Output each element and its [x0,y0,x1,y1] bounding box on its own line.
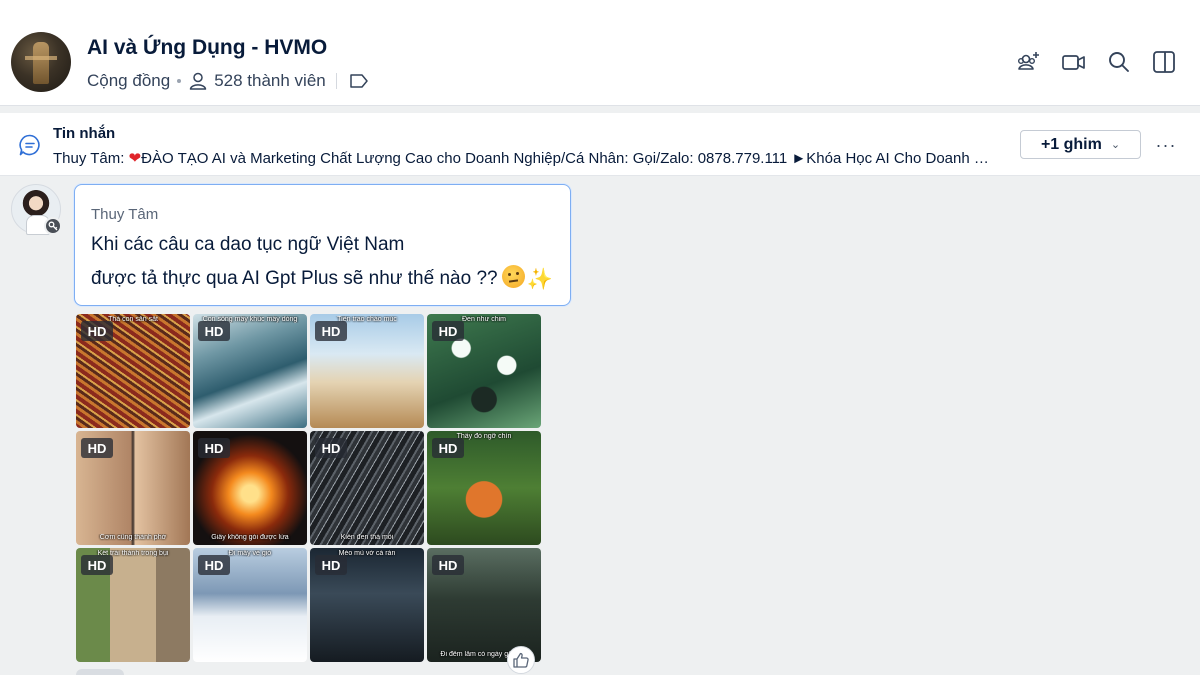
pinned-title: Tin nhắn [53,125,116,142]
pinned-sender: Thuy Tâm: [53,150,125,167]
hd-badge: HD [315,438,347,458]
hd-badge: HD [198,321,230,341]
message-sender: Thuy Tâm [91,206,159,223]
photo-thumbnail[interactable]: Thấy đỏ ngỡ chín HD [427,431,541,545]
meta-separator [177,79,182,83]
photo-thumbnail[interactable]: Thả con săn sắt HD [76,314,190,428]
photo-thumbnail[interactable]: Cơm cũng thành phở HD [76,431,190,545]
member-icon [189,72,207,90]
chevron-down-icon: ⌄ [1110,139,1121,151]
message-line-2-text: được tả thực qua AI Gpt Plus sẽ như thế … [91,268,498,289]
search-icon[interactable] [1105,48,1133,76]
photo-thumbnail[interactable]: Kiến đen thả mồi HD [310,431,424,545]
photo-thumbnail[interactable]: Kết trái thành trong bụi HD [76,548,190,662]
chat-bubble-icon [19,134,40,156]
hd-badge: HD [81,321,113,341]
meta-divider [335,73,337,89]
thinking-emoji-icon [501,265,525,288]
message-bubble[interactable]: Thuy Tâm Khi các câu ca dao tục ngữ Việt… [74,184,571,306]
photo-thumbnail[interactable]: Đi đêm lắm có ngày gặp ma HD [427,548,541,662]
photo-caption: Giấy không gói được lửa [211,534,289,541]
sparkles-icon: ✨ [526,268,553,291]
hd-badge: HD [432,438,464,458]
tag-icon[interactable] [349,73,369,89]
video-call-icon[interactable] [1060,48,1088,76]
pins-dropdown-button[interactable]: +1 ghim ⌄ [1020,130,1141,159]
hd-badge: HD [81,438,113,458]
add-member-icon[interactable] [1015,48,1043,76]
photo-caption: Kiến đen thả mồi [340,534,394,541]
hd-badge: HD [315,321,347,341]
hd-badge: HD [198,555,230,575]
photo-thumbnail[interactable]: Đi mây về gió HD [193,548,307,662]
more-options-button[interactable]: ··· [1150,133,1182,157]
like-button[interactable] [507,646,535,674]
photo-thumbnail[interactable]: Đen như chim HD [427,314,541,428]
message-line-2: được tả thực qua AI Gpt Plus sẽ như thế … [91,265,553,292]
photo-caption: Cơm cũng thành phở [99,534,167,541]
conversation-header: AI và Ứng Dụng - HVMO Cộng đồng 528 thàn… [0,0,1200,106]
hd-badge: HD [432,555,464,575]
group-name[interactable]: AI và Ứng Dụng - HVMO [87,36,327,60]
photo-thumbnail[interactable]: Tiền trao cháo múc HD [310,314,424,428]
hd-badge: HD [432,321,464,341]
group-meta: Cộng đồng 528 thành viên [87,69,369,93]
photo-thumbnail[interactable]: Giấy không gói được lửa HD [193,431,307,545]
pinned-content[interactable]: Thuy Tâm: ❤ĐÀO TẠO AI và Marketing Chất … [53,149,998,167]
header-actions [998,48,1178,76]
pinned-text: ĐÀO TẠO AI và Marketing Chất Lượng Cao c… [141,150,998,167]
heart-icon: ❤ [128,150,142,167]
hd-badge: HD [81,555,113,575]
pins-label: +1 ghim [1040,135,1102,153]
group-avatar[interactable] [11,32,71,92]
key-badge-icon [44,217,62,235]
hd-badge: HD [315,555,347,575]
reaction-bar[interactable] [76,669,124,675]
photo-grid: Thả con săn sắt HD Con sông mấy khúc mấy … [76,314,542,664]
photo-thumbnail[interactable]: Mèo mù vớ cá rán HD [310,548,424,662]
thumbs-up-icon [513,652,529,668]
photo-thumbnail[interactable]: Con sông mấy khúc mấy dòng HD [193,314,307,428]
pinned-message-bar[interactable]: Tin nhắn Thuy Tâm: ❤ĐÀO TẠO AI và Market… [0,113,1200,176]
member-count[interactable]: 528 thành viên [214,71,326,91]
hd-badge: HD [198,438,230,458]
group-type: Cộng đồng [87,71,171,90]
sidebar-toggle-icon[interactable] [1150,48,1178,76]
message-line-1: Khi các câu ca dao tục ngữ Việt Nam [91,234,405,255]
